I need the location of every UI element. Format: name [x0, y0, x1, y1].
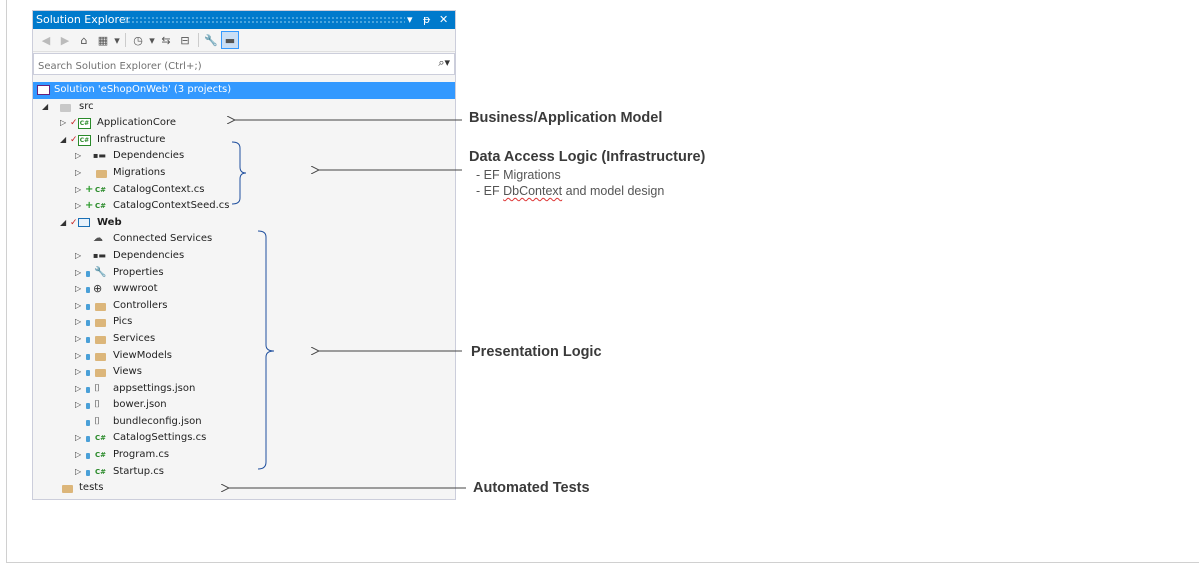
annotation-presentation: Presentation Logic	[471, 344, 602, 360]
annotation-lines	[0, 0, 466, 565]
annotation-data-access: Data Access Logic (Infrastructure)	[469, 149, 706, 165]
bracket-data-access	[231, 141, 247, 205]
annotation-ef-migrations: - EF Migrations	[476, 168, 561, 182]
annotation-ef-dbcontext: - EF DbContext and model design	[476, 184, 665, 198]
bracket-presentation	[257, 230, 275, 470]
annotation-automated-tests: Automated Tests	[473, 480, 590, 496]
spellcheck-word: DbContext	[503, 184, 563, 198]
annotation-business-model: Business/Application Model	[469, 110, 663, 126]
